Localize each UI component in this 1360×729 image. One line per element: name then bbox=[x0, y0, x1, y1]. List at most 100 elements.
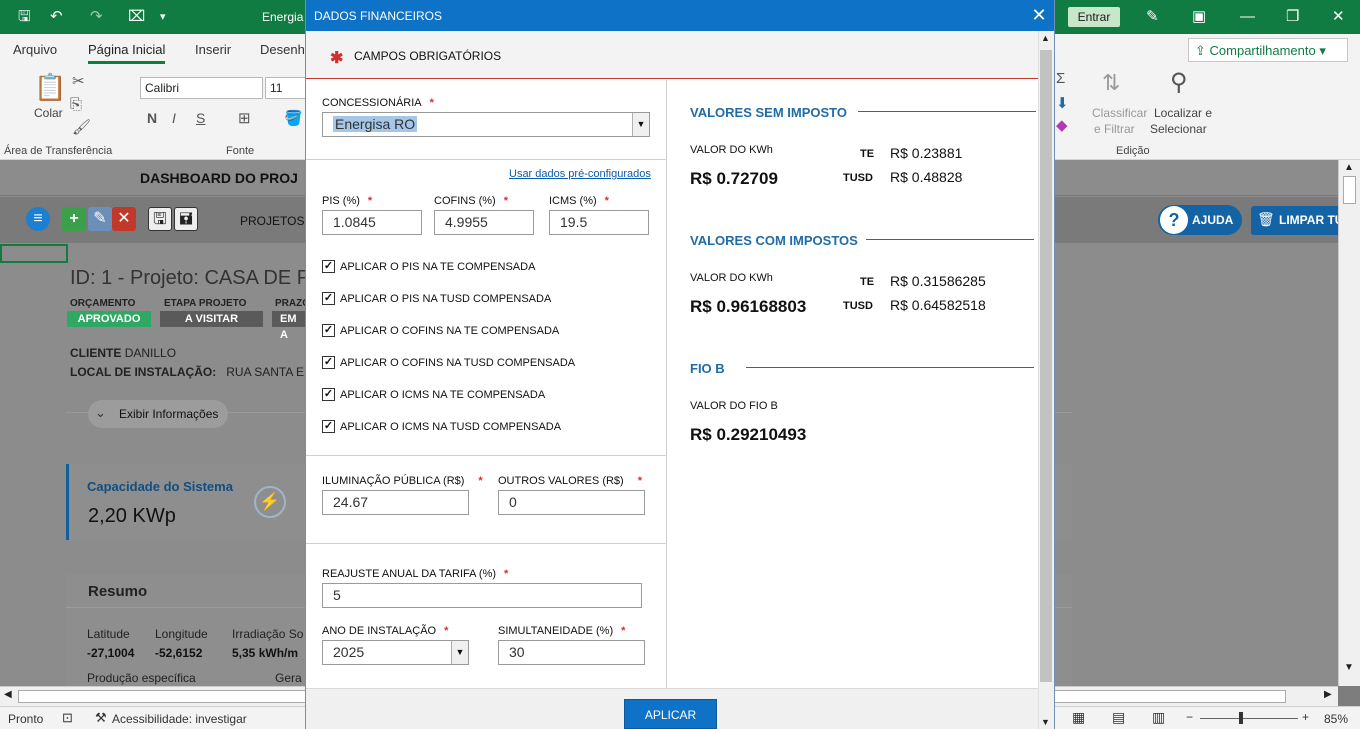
format-painter-icon[interactable]: 🖌 bbox=[72, 118, 91, 136]
comment-icon[interactable]: ⌧ bbox=[128, 8, 145, 26]
checkbox-icms-tusd[interactable]: ✓ bbox=[322, 420, 335, 433]
iluminacao-label-text: ILUMINAÇÃO PÚBLICA (R$) bbox=[322, 475, 465, 487]
checkbox-icms-tusd-label[interactable]: APLICAR O ICMS NA TUSD COMPENSADA bbox=[340, 421, 561, 433]
autosum-icon[interactable]: Σ bbox=[1056, 70, 1065, 87]
iluminacao-input[interactable]: 24.67 bbox=[322, 490, 469, 515]
find-label: Localizar e bbox=[1154, 106, 1213, 120]
show-info-button[interactable]: Exibir Informações bbox=[88, 400, 228, 428]
menu-icon[interactable]: ≡ bbox=[26, 207, 50, 231]
dialog-scroll-thumb[interactable] bbox=[1040, 50, 1052, 682]
outros-input[interactable]: 0 bbox=[498, 490, 645, 515]
dialog-scroll-down-icon[interactable]: ▼ bbox=[1041, 717, 1050, 727]
undo-icon[interactable]: ↶ bbox=[50, 8, 63, 26]
cofins-label: COFINS (%) * bbox=[434, 195, 508, 207]
zoom-level[interactable]: 85% bbox=[1324, 712, 1348, 726]
pis-input[interactable]: 1.0845 bbox=[322, 210, 422, 235]
dialog-close-icon[interactable]: ✕ bbox=[1028, 4, 1050, 26]
tab-inserir[interactable]: Inserir bbox=[195, 42, 231, 57]
redo-icon[interactable]: ↷ bbox=[90, 8, 103, 26]
paste-icon[interactable]: 📋 bbox=[34, 72, 66, 103]
font-name-select[interactable]: Calibri bbox=[140, 77, 263, 99]
checkbox-cofins-te[interactable]: ✓ bbox=[322, 324, 335, 337]
font-group-label: Fonte bbox=[226, 145, 255, 157]
find-icon[interactable]: ⚲ bbox=[1170, 68, 1188, 97]
normal-view-icon[interactable]: ▦ bbox=[1072, 709, 1085, 726]
select-label: Selecionar bbox=[1150, 122, 1207, 136]
scroll-up-icon[interactable]: ▲ bbox=[1344, 162, 1354, 173]
vertical-scrollbar[interactable]: ▲ ▼ bbox=[1338, 160, 1360, 686]
zoom-slider[interactable] bbox=[1200, 718, 1298, 719]
zoom-slider-handle[interactable] bbox=[1239, 712, 1243, 724]
checkbox-cofins-tusd-label[interactable]: APLICAR O COFINS NA TUSD COMPENSADA bbox=[340, 357, 575, 369]
checkbox-pis-tusd[interactable]: ✓ bbox=[322, 292, 335, 305]
page-layout-icon[interactable]: ▤ bbox=[1112, 709, 1125, 726]
apply-button[interactable]: APLICAR bbox=[624, 699, 717, 729]
checkbox-icms-te[interactable]: ✓ bbox=[322, 388, 335, 401]
selected-cell[interactable] bbox=[0, 244, 68, 263]
italic-icon[interactable]: I bbox=[172, 110, 176, 126]
cut-icon[interactable]: ✂ bbox=[72, 72, 85, 90]
checkbox-pis-te-label[interactable]: APLICAR O PIS NA TE COMPENSADA bbox=[340, 261, 535, 273]
zoom-out-icon[interactable]: − bbox=[1186, 710, 1193, 724]
dialog-scroll-up-icon[interactable]: ▲ bbox=[1041, 33, 1050, 43]
copy-icon[interactable]: ⎘ bbox=[70, 96, 82, 113]
vertical-scroll-thumb[interactable] bbox=[1343, 176, 1356, 204]
minimize-icon[interactable]: — bbox=[1240, 8, 1255, 26]
restore-icon[interactable]: ❐ bbox=[1286, 8, 1299, 26]
concessionaria-dropdown-icon[interactable]: ▼ bbox=[632, 113, 649, 136]
tab-arquivo[interactable]: Arquivo bbox=[13, 42, 57, 57]
underline-icon[interactable]: S bbox=[196, 110, 205, 126]
macro-icon[interactable]: ⊡ bbox=[62, 710, 73, 726]
reajuste-label: REAJUSTE ANUAL DA TARIFA (%) * bbox=[322, 568, 508, 580]
projetos-tab[interactable]: PROJETOS bbox=[240, 214, 304, 228]
pen-icon[interactable]: ✎ bbox=[1146, 8, 1159, 26]
reajuste-input[interactable]: 5 bbox=[322, 583, 642, 608]
longitude-value: -52,6152 bbox=[155, 646, 203, 660]
add-icon[interactable]: + bbox=[62, 207, 86, 231]
sign-in-button[interactable]: Entrar bbox=[1068, 7, 1120, 27]
com-imposto-te-label: TE bbox=[860, 276, 875, 288]
share-icon: ⇪ bbox=[1195, 43, 1210, 58]
cofins-input[interactable]: 4.9955 bbox=[434, 210, 534, 235]
bold-icon[interactable]: N bbox=[147, 110, 157, 126]
edit-icon[interactable]: ✎ bbox=[88, 207, 112, 231]
simultaneidade-label: SIMULTANEIDADE (%) * bbox=[498, 625, 625, 637]
fill-icon[interactable]: ⬇ bbox=[1056, 94, 1069, 112]
scroll-left-icon[interactable]: ◀ bbox=[4, 689, 12, 700]
simultaneidade-input[interactable]: 30 bbox=[498, 640, 645, 665]
customize-toolbar-icon[interactable]: ▾ bbox=[160, 8, 166, 26]
concessionaria-select[interactable]: Energisa RO bbox=[322, 112, 650, 137]
checkbox-cofins-te-label[interactable]: APLICAR O COFINS NA TE COMPENSADA bbox=[340, 325, 559, 337]
sort-filter-icon[interactable]: ⇅ bbox=[1102, 70, 1120, 96]
page-break-icon[interactable]: ▥ bbox=[1152, 709, 1165, 726]
status-accessibility[interactable]: Acessibilidade: investigar bbox=[112, 712, 247, 726]
fill-color-icon[interactable]: 🪣 bbox=[284, 109, 303, 127]
share-button[interactable]: ⇪ Compartilhamento ▾ bbox=[1188, 38, 1348, 62]
save-icon[interactable]: 🖫 bbox=[18, 8, 31, 26]
ribbon-display-icon[interactable]: ▣ bbox=[1192, 8, 1206, 26]
tab-pagina-inicial[interactable]: Página Inicial bbox=[88, 42, 166, 64]
checkbox-pis-tusd-label[interactable]: APLICAR O PIS NA TUSD COMPENSADA bbox=[340, 293, 551, 305]
zoom-in-icon[interactable]: + bbox=[1302, 710, 1309, 724]
borders-icon[interactable]: ⊞ bbox=[238, 109, 251, 127]
scroll-down-icon[interactable]: ▼ bbox=[1344, 662, 1354, 673]
tab-desenhar[interactable]: Desenh bbox=[260, 42, 305, 57]
ano-dropdown-icon[interactable]: ▼ bbox=[451, 641, 468, 664]
scroll-right-icon[interactable]: ▶ bbox=[1324, 689, 1332, 700]
accessibility-icon[interactable]: ⚒ bbox=[95, 710, 107, 726]
font-size-select[interactable]: 11 bbox=[265, 77, 307, 99]
close-window-icon[interactable]: ✕ bbox=[1332, 8, 1345, 26]
clear-icon[interactable]: ◆ bbox=[1056, 116, 1068, 134]
save-as-icon[interactable]: 🖬 bbox=[174, 207, 198, 231]
edit-group-label: Edição bbox=[1116, 145, 1150, 157]
checkbox-pis-te[interactable]: ✓ bbox=[322, 260, 335, 273]
sem-imposto-title: VALORES SEM IMPOSTO bbox=[690, 105, 847, 120]
preconfigured-data-link[interactable]: Usar dados pré-configurados bbox=[509, 168, 651, 180]
ano-select[interactable]: 2025 bbox=[322, 640, 469, 665]
etapa-label: ETAPA PROJETO bbox=[164, 298, 247, 309]
checkbox-icms-te-label[interactable]: APLICAR O ICMS NA TE COMPENSADA bbox=[340, 389, 545, 401]
save-project-icon[interactable]: 🖫 bbox=[148, 207, 172, 231]
delete-icon[interactable]: ✕ bbox=[112, 207, 136, 231]
checkbox-cofins-tusd[interactable]: ✓ bbox=[322, 356, 335, 369]
icms-input[interactable]: 19.5 bbox=[549, 210, 649, 235]
